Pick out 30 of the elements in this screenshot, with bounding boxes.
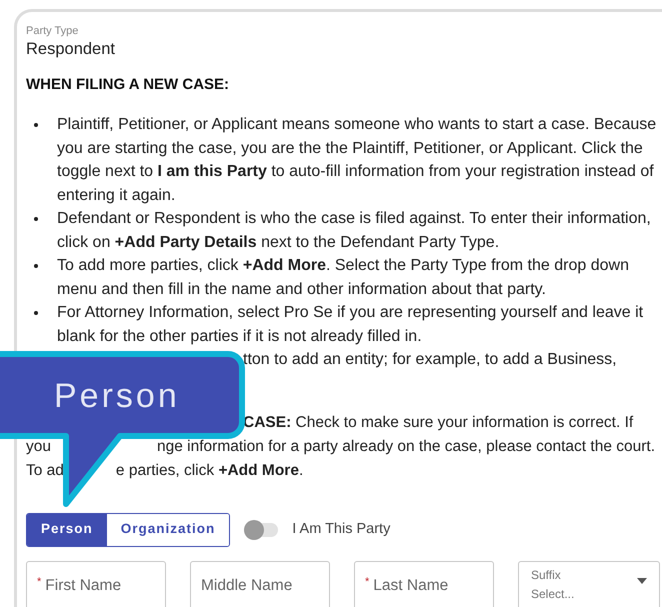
bullet-text: To add more parties, click +Add More. Select the Party Type from the drop down menu and then fill in the name and other information about that party. (57, 256, 629, 300)
field-label: Middle Name (201, 576, 292, 596)
select-label: Suffix (531, 566, 562, 584)
paragraph-text: you (26, 436, 51, 456)
bullet-icon (34, 311, 38, 315)
bullet-icon (34, 264, 38, 268)
input-field[interactable]: Middle Name (190, 560, 330, 607)
paragraph-text: nge information for a party already on the case, please contact the court. (157, 436, 656, 456)
field-label: Party Type (26, 24, 80, 38)
bullet-icon (34, 217, 38, 221)
callout-label: Person (54, 377, 180, 415)
segment-tab[interactable]: Person (27, 514, 107, 546)
bullet-text: tton to add an entity; for example, to add a Business, (243, 350, 617, 370)
input-field[interactable]: * Last Name (354, 560, 494, 607)
caret-icon (637, 578, 647, 584)
bullet-text: Plaintiff, Petitioner, or Applicant means someone who wants to start a case. Because you are starting the case, you are the the Plaintiff, Petitioner, or Applicant. Click the toggle next to I am this Party to auto-fill information from your registration instead of entering it again. (57, 115, 656, 206)
toggle-label: I Am This Party (292, 520, 390, 539)
section-heading: WHEN FILING A NEW CASE: (26, 76, 230, 94)
party-type-value: Respondent (26, 39, 116, 60)
paragraph-text: CASE: Check to make sure your information is correct. If (243, 414, 634, 430)
suffix-select[interactable]: Suffix Select... (518, 560, 660, 607)
field-label: * Last Name (365, 574, 448, 596)
bullet-text: For Attorney Information, select Pro Se if you are representing yourself and leave it blank for the other parties if it is not already filled in. (57, 303, 644, 346)
paragraph-text: e parties, click +Add More. (116, 460, 304, 480)
select-placeholder: Select... (531, 586, 574, 602)
bullet-icon (34, 123, 38, 127)
bullet-text: Defendant or Respondent is who the case is filed against. To enter their information, click on +Add Party Details next to the Defendant Party Type. (57, 209, 651, 252)
paragraph-text: To ad (26, 460, 64, 480)
input-field[interactable]: * First Name (26, 560, 166, 607)
field-label: * First Name (37, 574, 122, 596)
